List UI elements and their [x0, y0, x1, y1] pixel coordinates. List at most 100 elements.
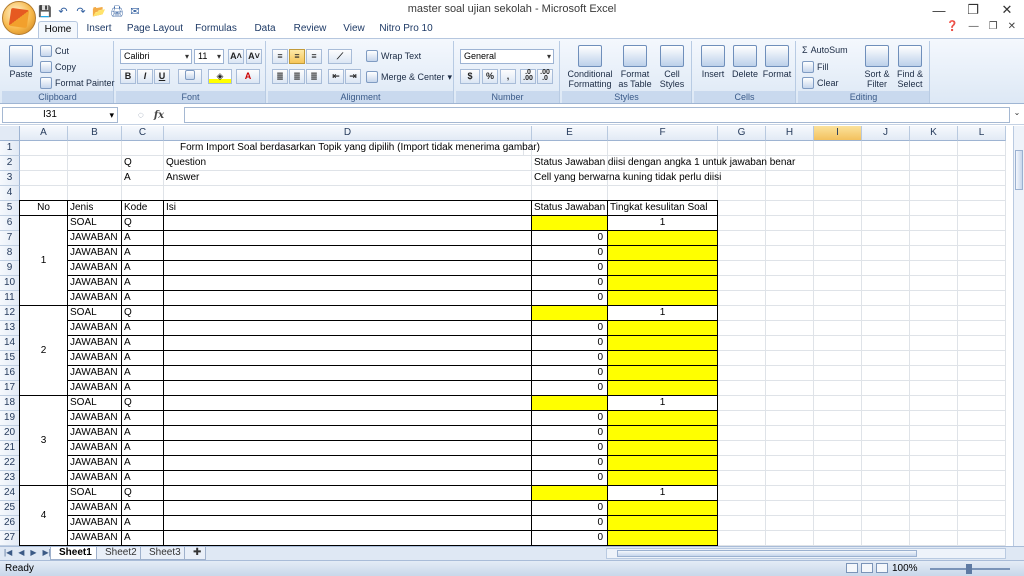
- cell[interactable]: [814, 261, 862, 276]
- isi-cell[interactable]: [163, 245, 532, 261]
- cell[interactable]: [910, 201, 958, 216]
- kode-cell[interactable]: A: [121, 425, 164, 441]
- autosum-button[interactable]: Σ AutoSum: [802, 45, 848, 55]
- cell[interactable]: [958, 321, 1006, 336]
- status-jawaban-cell[interactable]: 0: [531, 470, 608, 486]
- isi-cell[interactable]: [163, 440, 532, 456]
- isi-cell[interactable]: [163, 515, 532, 531]
- tingkat-kesulitan-cell[interactable]: [607, 350, 718, 366]
- cell[interactable]: [20, 141, 68, 156]
- row-header-17[interactable]: 17: [0, 381, 20, 396]
- kode-cell[interactable]: A: [121, 335, 164, 351]
- jenis-cell[interactable]: JAWABAN: [67, 515, 122, 531]
- cell[interactable]: [814, 306, 862, 321]
- tab-page-layout[interactable]: Page Layout: [126, 21, 184, 38]
- jenis-cell[interactable]: JAWABAN: [67, 440, 122, 456]
- cell[interactable]: [910, 321, 958, 336]
- cell[interactable]: [958, 441, 1006, 456]
- cell[interactable]: [766, 441, 814, 456]
- currency-button[interactable]: $: [460, 69, 480, 84]
- cell[interactable]: [68, 171, 122, 186]
- merge-center-button[interactable]: Merge & Center ▾: [366, 71, 452, 83]
- jenis-cell[interactable]: JAWABAN: [67, 455, 122, 471]
- cell[interactable]: [862, 231, 910, 246]
- cell[interactable]: [766, 426, 814, 441]
- sheet-tab-sheet1[interactable]: Sheet1: [50, 547, 101, 560]
- jenis-cell[interactable]: SOAL: [67, 215, 122, 231]
- row-header-25[interactable]: 25: [0, 501, 20, 516]
- status-jawaban-cell[interactable]: 0: [531, 455, 608, 471]
- kode-cell[interactable]: A: [121, 410, 164, 426]
- restore-button[interactable]: ❐: [956, 0, 990, 20]
- cell[interactable]: [718, 426, 766, 441]
- status-jawaban-cell[interactable]: 0: [531, 440, 608, 456]
- row-header-10[interactable]: 10: [0, 276, 20, 291]
- cell[interactable]: [766, 366, 814, 381]
- cell[interactable]: [718, 501, 766, 516]
- kode-cell[interactable]: A: [121, 515, 164, 531]
- jenis-cell[interactable]: JAWABAN: [67, 380, 122, 396]
- cell[interactable]: [862, 186, 910, 201]
- cell[interactable]: [718, 276, 766, 291]
- insert-function-icon[interactable]: fx: [154, 110, 164, 121]
- legend-question[interactable]: Question: [164, 156, 532, 171]
- cell[interactable]: [766, 306, 814, 321]
- minimize-button[interactable]: —: [922, 0, 956, 20]
- worksheet-grid[interactable]: A B C D E F G H I J K L 1 2 3 4 5 6 7 8 9 10 11 12 13 14 15 16 17 18 1…: [0, 126, 1013, 546]
- table-header-no[interactable]: No: [19, 200, 68, 216]
- cell[interactable]: [862, 171, 910, 186]
- tingkat-kesulitan-cell[interactable]: 1: [607, 395, 718, 411]
- cell[interactable]: [608, 141, 718, 156]
- jenis-cell[interactable]: JAWABAN: [67, 365, 122, 381]
- cell[interactable]: [862, 246, 910, 261]
- status-jawaban-cell[interactable]: 0: [531, 380, 608, 396]
- cell[interactable]: [766, 321, 814, 336]
- page-break-view-icon[interactable]: [876, 563, 888, 573]
- cell[interactable]: [910, 186, 958, 201]
- column-header-d[interactable]: D: [164, 126, 532, 141]
- row-header-5[interactable]: 5: [0, 201, 20, 216]
- cell[interactable]: [910, 516, 958, 531]
- legend-answer[interactable]: Answer: [164, 171, 532, 186]
- tingkat-kesulitan-cell[interactable]: [607, 290, 718, 306]
- column-header-a[interactable]: A: [20, 126, 68, 141]
- next-sheet-icon[interactable]: ▶: [30, 548, 36, 557]
- isi-cell[interactable]: [163, 350, 532, 366]
- kode-cell[interactable]: Q: [121, 305, 164, 321]
- cell[interactable]: [958, 246, 1006, 261]
- cell[interactable]: [862, 201, 910, 216]
- cell[interactable]: [862, 396, 910, 411]
- copy-button[interactable]: Copy: [40, 61, 76, 73]
- jenis-cell[interactable]: JAWABAN: [67, 350, 122, 366]
- cell[interactable]: [766, 396, 814, 411]
- row-header-12[interactable]: 12: [0, 306, 20, 321]
- tab-nitro[interactable]: Nitro Pro 10: [378, 21, 434, 38]
- cell[interactable]: [766, 381, 814, 396]
- isi-cell[interactable]: [163, 485, 532, 501]
- cell[interactable]: [766, 351, 814, 366]
- cell[interactable]: [718, 261, 766, 276]
- ribbon-minimize-icon[interactable]: —: [969, 21, 979, 32]
- find-select-button[interactable]: Find & Select: [894, 45, 926, 89]
- table-header-jenis[interactable]: Jenis: [67, 200, 122, 216]
- row-header-1[interactable]: 1: [0, 141, 20, 156]
- tingkat-kesulitan-cell[interactable]: [607, 530, 718, 546]
- kode-cell[interactable]: A: [121, 290, 164, 306]
- percent-button[interactable]: %: [482, 69, 498, 84]
- cell[interactable]: [766, 516, 814, 531]
- column-header-i[interactable]: I: [814, 126, 862, 141]
- cell[interactable]: [718, 201, 766, 216]
- cell[interactable]: [718, 291, 766, 306]
- column-header-f[interactable]: F: [608, 126, 718, 141]
- cell[interactable]: [608, 186, 718, 201]
- tingkat-kesulitan-cell[interactable]: [607, 365, 718, 381]
- select-all-corner[interactable]: [0, 126, 20, 141]
- tingkat-kesulitan-cell[interactable]: [607, 470, 718, 486]
- legend-note-yellow[interactable]: Cell yang berwarna kuning tidak perlu di…: [532, 171, 721, 186]
- row-header-21[interactable]: 21: [0, 441, 20, 456]
- horizontal-scrollbar[interactable]: [606, 548, 1006, 559]
- cell[interactable]: [814, 516, 862, 531]
- cell[interactable]: [766, 231, 814, 246]
- isi-cell[interactable]: [163, 455, 532, 471]
- status-jawaban-cell[interactable]: 0: [531, 530, 608, 546]
